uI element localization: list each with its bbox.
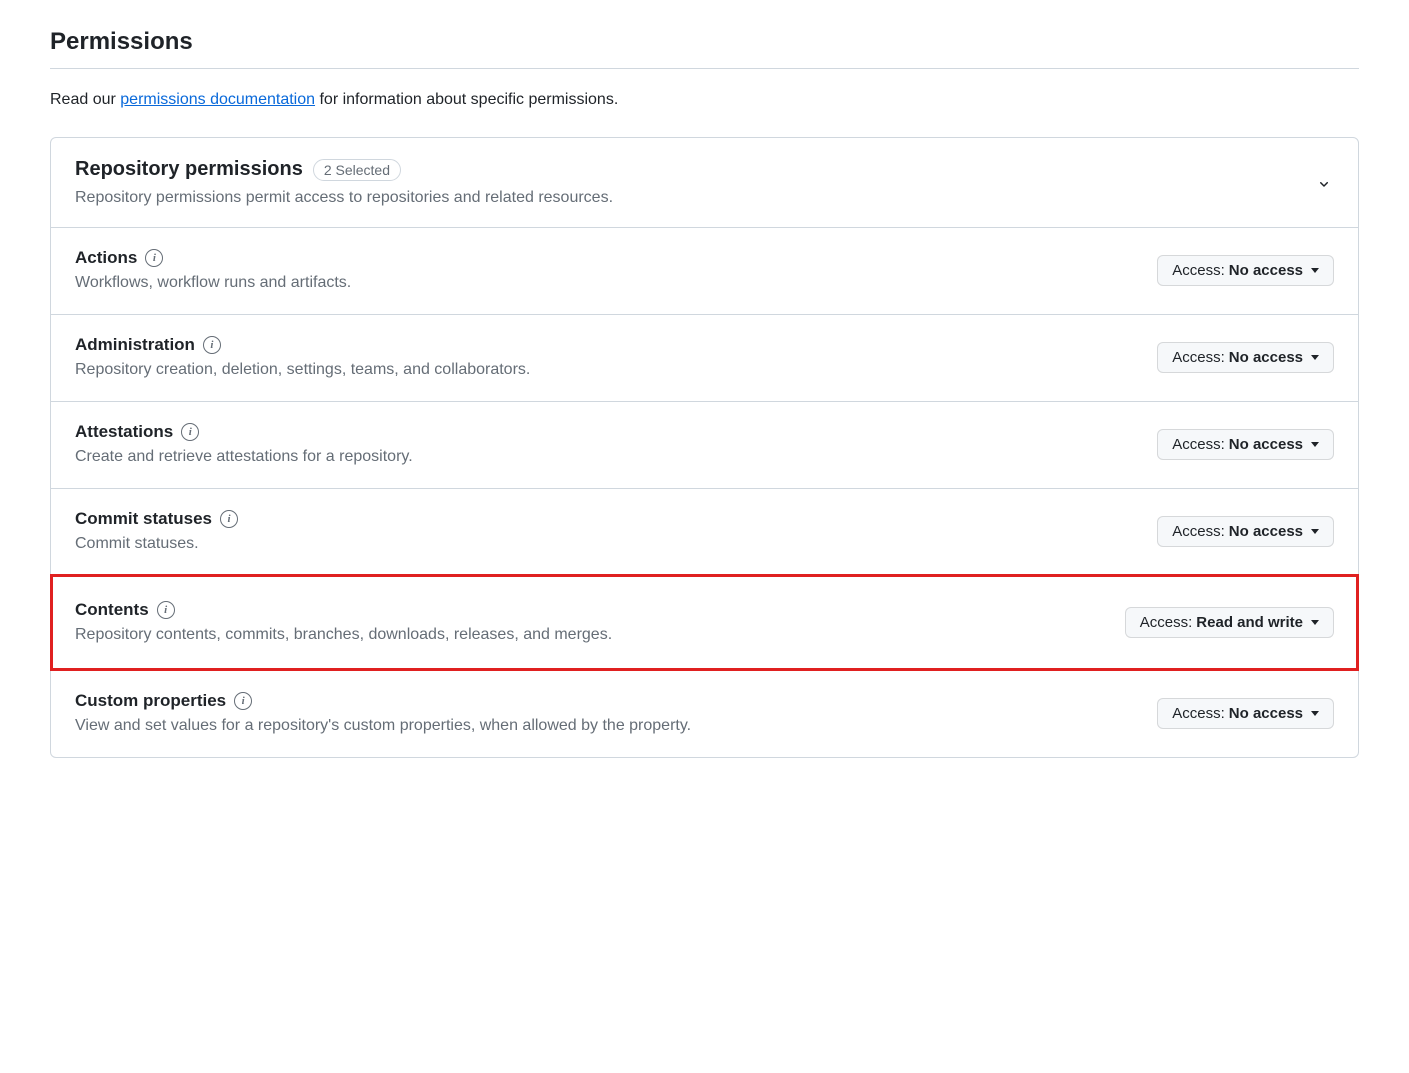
- section-description: Repository permissions permit access to …: [75, 189, 613, 207]
- caret-down-icon: [1311, 355, 1319, 360]
- info-icon[interactable]: i: [203, 336, 221, 354]
- page-title: Permissions: [50, 28, 1359, 69]
- chevron-down-icon: [1316, 158, 1334, 197]
- access-dropdown-commit-statuses[interactable]: Access: No access: [1157, 516, 1334, 547]
- access-dropdown-custom-properties[interactable]: Access: No access: [1157, 698, 1334, 729]
- permission-title: Attestations: [75, 422, 173, 442]
- permission-row-administration: Administration i Repository creation, dele…: [51, 314, 1358, 401]
- permission-description: Repository creation, deletion, settings,…: [75, 361, 530, 379]
- permission-description: Workflows, workflow runs and artifacts.: [75, 274, 351, 292]
- selected-count-badge: 2 Selected: [313, 159, 401, 181]
- permission-title: Administration: [75, 335, 195, 355]
- info-icon[interactable]: i: [157, 601, 175, 619]
- permission-description: Create and retrieve attestations for a r…: [75, 448, 413, 466]
- access-value: No access: [1229, 349, 1303, 366]
- access-value: No access: [1229, 436, 1303, 453]
- intro-prefix: Read our: [50, 91, 120, 108]
- permission-row-actions: Actions i Workflows, workflow runs and art…: [51, 227, 1358, 314]
- caret-down-icon: [1311, 711, 1319, 716]
- info-icon[interactable]: i: [145, 249, 163, 267]
- access-value: No access: [1229, 705, 1303, 722]
- access-label: Access:: [1172, 262, 1225, 279]
- info-icon[interactable]: i: [181, 423, 199, 441]
- caret-down-icon: [1311, 529, 1319, 534]
- access-dropdown-attestations[interactable]: Access: No access: [1157, 429, 1334, 460]
- permission-description: Repository contents, commits, branches, …: [75, 626, 612, 644]
- permission-title: Actions: [75, 248, 137, 268]
- access-label: Access:: [1172, 705, 1225, 722]
- access-label: Access:: [1172, 523, 1225, 540]
- intro-text: Read our permissions documentation for i…: [50, 91, 1359, 109]
- section-title: Repository permissions: [75, 158, 303, 181]
- permission-title: Commit statuses: [75, 509, 212, 529]
- permission-description: View and set values for a repository's c…: [75, 717, 691, 735]
- access-label: Access:: [1172, 436, 1225, 453]
- permission-title: Contents: [75, 600, 149, 620]
- access-dropdown-actions[interactable]: Access: No access: [1157, 255, 1334, 286]
- access-value: No access: [1229, 523, 1303, 540]
- permission-row-custom-properties: Custom properties i View and set values fo…: [51, 670, 1358, 757]
- permission-row-attestations: Attestations i Create and retrieve attesta…: [51, 401, 1358, 488]
- repository-permissions-panel: Repository permissions 2 Selected Reposi…: [50, 137, 1359, 758]
- access-label: Access:: [1140, 614, 1193, 631]
- permissions-doc-link[interactable]: permissions documentation: [120, 91, 315, 108]
- intro-suffix: for information about specific permissio…: [315, 91, 618, 108]
- access-label: Access:: [1172, 349, 1225, 366]
- permission-row-contents: Contents i Repository contents, commits, b…: [51, 575, 1358, 670]
- info-icon[interactable]: i: [234, 692, 252, 710]
- permission-description: Commit statuses.: [75, 535, 238, 553]
- access-dropdown-contents[interactable]: Access: Read and write: [1125, 607, 1334, 638]
- permission-title: Custom properties: [75, 691, 226, 711]
- access-value: No access: [1229, 262, 1303, 279]
- caret-down-icon: [1311, 620, 1319, 625]
- info-icon[interactable]: i: [220, 510, 238, 528]
- access-value: Read and write: [1196, 614, 1303, 631]
- permission-row-commit-statuses: Commit statuses i Commit statuses. Access: …: [51, 488, 1358, 575]
- caret-down-icon: [1311, 442, 1319, 447]
- access-dropdown-administration[interactable]: Access: No access: [1157, 342, 1334, 373]
- repository-permissions-header[interactable]: Repository permissions 2 Selected Reposi…: [51, 138, 1358, 227]
- caret-down-icon: [1311, 268, 1319, 273]
